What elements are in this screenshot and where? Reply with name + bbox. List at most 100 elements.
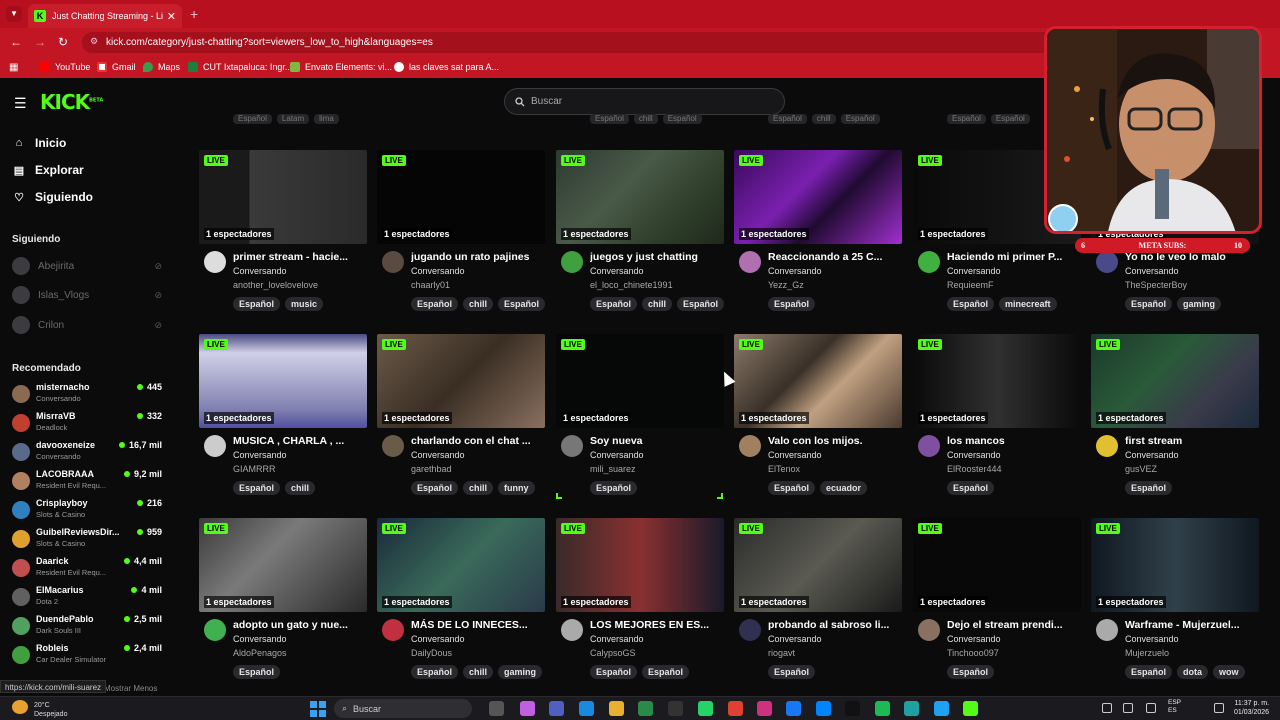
tiktok-icon[interactable] xyxy=(845,701,860,716)
stream-thumbnail[interactable]: LIVE 1 espectadores xyxy=(556,150,724,244)
tag[interactable]: Español xyxy=(947,481,995,495)
tag[interactable]: gaming xyxy=(498,665,543,679)
tag[interactable]: dota xyxy=(1177,665,1209,679)
address-bar[interactable]: ⚙ kick.com/category/just-chatting?sort=v… xyxy=(82,32,1062,53)
instagram-icon[interactable] xyxy=(757,701,772,716)
streamer-name[interactable]: another_lovelovelove xyxy=(233,280,318,290)
tag[interactable]: ecuador xyxy=(820,481,868,495)
stream-category[interactable]: Conversando xyxy=(233,634,287,644)
recommended-channel[interactable]: MisrraVB Deadlock 332 xyxy=(12,411,162,435)
tag[interactable]: chill xyxy=(285,481,316,495)
stream-card[interactable]: LIVE 1 espectadores charlando con el chat … xyxy=(377,334,545,512)
stream-title[interactable]: adopto un gato y nue... xyxy=(233,619,365,631)
tag[interactable]: Español xyxy=(768,114,807,124)
forward-icon[interactable]: → xyxy=(34,35,46,49)
kick-app-icon[interactable] xyxy=(963,701,978,716)
avatar[interactable] xyxy=(561,435,583,457)
stream-card[interactable]: LIVE 1 espectadores juegos y just chatting… xyxy=(556,150,725,328)
avatar[interactable] xyxy=(739,619,761,641)
stream-title[interactable]: MÁS DE LO INNECES... xyxy=(411,619,543,631)
stream-category[interactable]: Conversando xyxy=(411,266,465,276)
streamer-name[interactable]: AldoPenagos xyxy=(233,648,287,658)
stream-title[interactable]: first stream xyxy=(1125,435,1257,447)
edge-icon[interactable] xyxy=(579,701,594,716)
whatsapp-icon[interactable] xyxy=(698,701,713,716)
weather-widget[interactable]: 20°C Despejado xyxy=(34,701,67,719)
nav-inicio[interactable]: ⌂ Inicio xyxy=(12,136,67,150)
avatar[interactable] xyxy=(382,619,404,641)
tag[interactable]: Español xyxy=(947,114,986,124)
network-icon[interactable] xyxy=(1123,703,1133,713)
stream-card[interactable]: LIVE 1 espectadores probando al sabroso li… xyxy=(734,518,902,696)
tag[interactable]: Español xyxy=(947,297,995,311)
stream-category[interactable]: Conversando xyxy=(411,634,465,644)
recommended-channel[interactable]: Daarick Resident Evil Requ... 4,4 mil xyxy=(12,556,162,580)
streamer-name[interactable]: mili_suarez xyxy=(590,464,636,474)
chrome-icon[interactable] xyxy=(728,701,743,716)
streamer-name[interactable]: chaarly01 xyxy=(411,280,450,290)
stream-category[interactable]: Conversando xyxy=(1125,266,1179,276)
avatar[interactable] xyxy=(918,435,940,457)
bookmark-sat[interactable]: las claves sat para A... xyxy=(394,62,499,72)
tag[interactable]: chill xyxy=(633,114,658,124)
stream-title[interactable]: jugando un rato pajines xyxy=(411,251,543,263)
stream-thumbnail[interactable]: LIVE 1 espectadores xyxy=(913,518,1081,612)
tag[interactable]: Español xyxy=(768,665,816,679)
stream-category[interactable]: Conversando xyxy=(590,634,644,644)
teams-icon[interactable] xyxy=(549,701,564,716)
streamer-name[interactable]: gusVEZ xyxy=(1125,464,1157,474)
stream-thumbnail[interactable]: LIVE 1 espectadores xyxy=(556,518,724,612)
streamer-name[interactable]: ElTenox xyxy=(768,464,800,474)
avatar[interactable] xyxy=(561,619,583,641)
stream-card[interactable]: LIVE 1 espectadores Warframe - Mujerzuel..… xyxy=(1091,518,1259,696)
stream-category[interactable]: Conversando xyxy=(947,266,1001,276)
stream-card[interactable]: LIVE 1 espectadores Reaccionando a 25 C...… xyxy=(734,150,902,328)
stream-title[interactable]: Dejo el stream prendi... xyxy=(947,619,1079,631)
tag[interactable]: lima xyxy=(314,114,339,124)
stream-title[interactable]: probando al sabroso li... xyxy=(768,619,900,631)
task-view-icon[interactable] xyxy=(489,701,504,716)
stream-card[interactable]: LIVE 1 espectadores MUSICA , CHARLA , ... C… xyxy=(199,334,367,512)
site-info-icon[interactable]: ⚙ xyxy=(90,36,98,47)
recommended-channel[interactable]: Robleis Car Dealer Simulator 2,4 mil xyxy=(12,643,162,667)
stream-title[interactable]: Warframe - Mujerzuel... xyxy=(1125,619,1257,631)
streamer-name[interactable]: ElRooster444 xyxy=(947,464,1002,474)
stream-category[interactable]: Conversando xyxy=(768,450,822,460)
tag[interactable]: funny xyxy=(498,481,535,495)
facebook-icon[interactable] xyxy=(786,701,801,716)
avatar[interactable] xyxy=(382,251,404,273)
tag[interactable]: chill xyxy=(463,665,494,679)
tag[interactable]: Español xyxy=(768,297,816,311)
bookmark-gmail[interactable]: Gmail xyxy=(97,62,136,72)
search-input[interactable]: Buscar xyxy=(504,88,785,115)
new-tab-button[interactable]: + xyxy=(190,6,198,22)
bookmark-youtube[interactable]: YouTube xyxy=(40,62,90,72)
recommended-channel[interactable]: davooxeneize Conversando 16,7 mil xyxy=(12,440,162,464)
tab-list-button[interactable]: ▼ xyxy=(6,6,22,22)
nav-siguiendo[interactable]: ♡ Siguiendo xyxy=(12,190,93,204)
recommended-channel[interactable]: GuibelReviewsDir... Slots & Casino 959 xyxy=(12,527,162,551)
windows-start-icon[interactable] xyxy=(310,701,326,717)
tag[interactable]: Español xyxy=(662,114,702,124)
stream-title[interactable]: charlando con el chat ... xyxy=(411,435,543,447)
avatar[interactable] xyxy=(204,251,226,273)
tag[interactable]: Español xyxy=(411,481,459,495)
avatar[interactable] xyxy=(382,435,404,457)
stream-title[interactable]: Reaccionando a 25 C... xyxy=(768,251,900,263)
streamer-name[interactable]: DailyDous xyxy=(411,648,452,658)
avatar[interactable] xyxy=(1096,435,1118,457)
stream-category[interactable]: Conversando xyxy=(411,450,465,460)
tag[interactable]: gaming xyxy=(1177,297,1222,311)
stream-category[interactable]: Conversando xyxy=(233,266,287,276)
stream-thumbnail[interactable]: LIVE 1 espectadores xyxy=(377,518,545,612)
tag[interactable]: Español xyxy=(642,665,690,679)
following-item[interactable]: Crilon ⊘ xyxy=(12,316,162,334)
following-item[interactable]: Islas_Vlogs ⊘ xyxy=(12,286,162,304)
browser-tab-active[interactable]: K Just Chatting Streaming - Live S ✕ xyxy=(28,4,182,28)
taskbar-clock[interactable]: 11:37 p. m. 01/03/2026 xyxy=(1234,699,1269,717)
stream-card[interactable]: LIVE 1 espectadores primer stream - hacie.… xyxy=(199,150,367,328)
chevron-up-icon[interactable] xyxy=(1102,703,1112,713)
streamer-name[interactable]: Tinchooo097 xyxy=(947,648,999,658)
recommended-channel[interactable]: misternacho Conversando 445 xyxy=(12,382,162,406)
stream-card[interactable]: LIVE 1 espectadores Soy nueva Conversando mi… xyxy=(556,334,724,512)
